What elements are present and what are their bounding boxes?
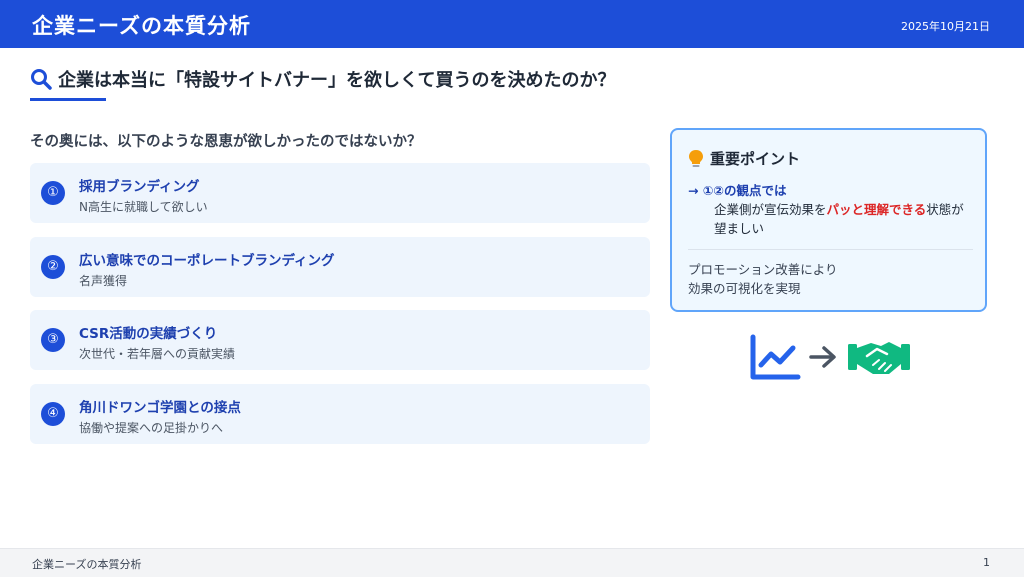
key-point-body: 企業側が宣伝効果をパッと理解できる状態が望ましい bbox=[714, 200, 976, 238]
header-date: 2025年10月21日 bbox=[901, 20, 990, 33]
footer-title: 企業ニーズの本質分析 bbox=[32, 558, 142, 571]
lightbulb-icon bbox=[689, 149, 703, 167]
benefit-item: ④ 角川ドワンゴ学園との接点 協働や提案への足掛かりへ bbox=[30, 384, 650, 444]
benefit-description: 名声獲得 bbox=[79, 274, 128, 288]
benefit-item: ② 広い意味でのコーポレートブランディング 名声獲得 bbox=[30, 237, 650, 297]
benefit-number: ② bbox=[41, 255, 65, 279]
page-number: 1 bbox=[983, 556, 990, 569]
arrow-right-icon bbox=[809, 346, 836, 368]
key-point-note-line: 効果の可視化を実現 bbox=[688, 281, 801, 296]
question-heading: 企業は本当に「特設サイトバナー」を欲しくて買うのを決めたのか？ bbox=[30, 66, 615, 92]
benefit-number: ④ bbox=[41, 402, 65, 426]
benefit-title: 角川ドワンゴ学園との接点 bbox=[79, 400, 241, 416]
key-point-body-pre: 企業側が宣伝効果を bbox=[714, 202, 827, 217]
section-subtitle: その奥には、以下のような恩恵が欲しかったのではないか？ bbox=[30, 134, 422, 150]
search-icon bbox=[31, 69, 52, 90]
benefit-item: ③ CSR活動の実績づくり 次世代・若年層への貢献実績 bbox=[30, 310, 650, 370]
benefit-description: N高生に就職して欲しい bbox=[79, 200, 208, 214]
benefit-description: 次世代・若年層への貢献実績 bbox=[79, 347, 236, 361]
benefit-title: 採用ブランディング bbox=[79, 179, 200, 195]
header-bar: 企業ニーズの本質分析 2025年10月21日 bbox=[0, 0, 1024, 48]
benefit-number: ③ bbox=[41, 328, 65, 352]
benefit-title: 広い意味でのコーポレートブランディング bbox=[79, 253, 335, 269]
key-point-title: 重要ポイント bbox=[710, 150, 801, 168]
benefit-item: ① 採用ブランディング N高生に就職して欲しい bbox=[30, 163, 650, 223]
key-point-lead: → ①②の観点では bbox=[688, 183, 787, 198]
question-text: 企業は本当に「特設サイトバナー」を欲しくて買うのを決めたのか？ bbox=[58, 70, 616, 91]
footer-bar: 企業ニーズの本質分析 1 bbox=[0, 548, 1024, 577]
key-point-header: 重要ポイント bbox=[688, 148, 800, 169]
key-point-highlight: パッと理解できる bbox=[826, 202, 927, 217]
key-point-note-line: プロモーション改善により bbox=[688, 262, 838, 277]
key-point-divider bbox=[688, 249, 973, 250]
benefit-description: 協働や提案への足掛かりへ bbox=[79, 421, 224, 435]
benefit-number: ① bbox=[41, 181, 65, 205]
question-underline bbox=[30, 98, 106, 101]
page-title: 企業ニーズの本質分析 bbox=[32, 14, 251, 38]
benefit-title: CSR活動の実績づくり bbox=[79, 326, 218, 342]
key-point-box: 重要ポイント → ①②の観点では 企業側が宣伝効果をパッと理解できる状態が望まし… bbox=[670, 128, 987, 312]
key-point-note: プロモーション改善により 効果の可視化を実現 bbox=[688, 260, 838, 298]
handshake-icon bbox=[848, 342, 910, 374]
line-chart-icon bbox=[750, 334, 801, 380]
icon-flow bbox=[749, 334, 914, 382]
